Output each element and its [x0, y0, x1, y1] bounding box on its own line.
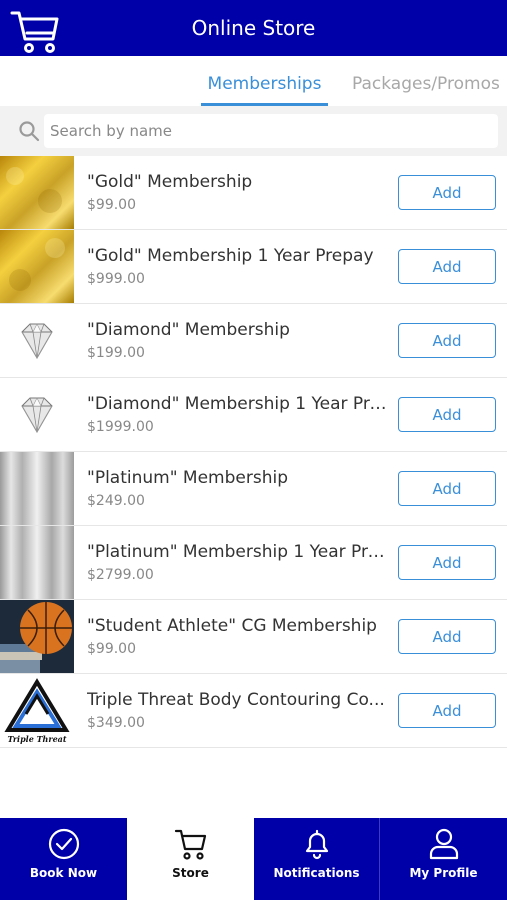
svg-text:Triple Threat: Triple Threat — [7, 734, 66, 744]
nav-my-profile[interactable]: My Profile — [380, 818, 507, 900]
bottom-nav: Book Now Store Notifications My Profile — [0, 818, 507, 900]
item-name: "Platinum" Membership 1 Year Pre... — [87, 542, 389, 562]
brushed-metal-thumbnail — [0, 526, 74, 599]
list-item[interactable]: "Diamond" Membership 1 Year Pre... $1999… — [0, 378, 507, 452]
brushed-metal-thumbnail — [0, 452, 74, 525]
tab-memberships[interactable]: Memberships — [201, 74, 328, 106]
item-name: "Diamond" Membership 1 Year Pre... — [87, 394, 389, 414]
item-name: "Gold" Membership 1 Year Prepay — [87, 246, 374, 266]
search-icon — [18, 120, 40, 142]
diamond-thumbnail — [0, 304, 74, 377]
add-button[interactable]: Add — [398, 693, 496, 728]
gold-texture-thumbnail — [0, 230, 74, 303]
item-price: $1999.00 — [87, 419, 154, 435]
nav-notifications[interactable]: Notifications — [254, 818, 379, 900]
list-item[interactable]: "Platinum" Membership $249.00 Add — [0, 452, 507, 526]
item-price: $349.00 — [87, 715, 145, 731]
add-button[interactable]: Add — [398, 323, 496, 358]
item-price: $2799.00 — [87, 567, 154, 583]
item-price: $99.00 — [87, 641, 136, 657]
nav-label: My Profile — [409, 866, 478, 880]
list-item[interactable]: "Diamond" Membership $199.00 Add — [0, 304, 507, 378]
item-price: $199.00 — [87, 345, 145, 361]
add-button[interactable]: Add — [398, 545, 496, 580]
nav-label: Store — [172, 866, 209, 880]
add-button[interactable]: Add — [398, 397, 496, 432]
add-button[interactable]: Add — [398, 175, 496, 210]
tab-bar: Memberships Packages/Promos — [0, 56, 507, 106]
triple-threat-logo: Triple Threat — [0, 674, 74, 747]
membership-list: "Gold" Membership $99.00 Add "Gold" Memb… — [0, 156, 507, 748]
tab-packages-promos[interactable]: Packages/Promos — [352, 74, 500, 94]
item-name: Triple Threat Body Contouring Co... — [87, 690, 385, 710]
item-name: "Platinum" Membership — [87, 468, 289, 488]
list-item[interactable]: Triple Threat Triple Threat Body Contour… — [0, 674, 507, 748]
cart-icon — [173, 826, 209, 862]
item-price: $249.00 — [87, 493, 145, 509]
page-title: Online Store — [191, 16, 316, 40]
basketball-books-thumbnail — [0, 600, 74, 673]
list-item[interactable]: "Gold" Membership 1 Year Prepay $999.00 … — [0, 230, 507, 304]
item-price: $999.00 — [87, 271, 145, 287]
list-item[interactable]: "Gold" Membership $99.00 Add — [0, 156, 507, 230]
add-button[interactable]: Add — [398, 619, 496, 654]
nav-store[interactable]: Store — [127, 818, 254, 900]
nav-label: Book Now — [29, 866, 98, 880]
search-bar — [0, 106, 507, 156]
nav-label: Notifications — [273, 866, 360, 880]
item-name: "Student Athlete" CG Membership — [87, 616, 377, 636]
item-name: "Diamond" Membership — [87, 320, 290, 340]
gold-texture-thumbnail — [0, 156, 74, 229]
list-item[interactable]: "Student Athlete" CG Membership $99.00 A… — [0, 600, 507, 674]
add-button[interactable]: Add — [398, 471, 496, 506]
add-button[interactable]: Add — [398, 249, 496, 284]
diamond-thumbnail — [0, 378, 74, 451]
bell-icon — [299, 826, 335, 862]
check-circle-icon — [46, 826, 82, 862]
item-price: $99.00 — [87, 197, 136, 213]
nav-book-now[interactable]: Book Now — [0, 818, 127, 900]
item-name: "Gold" Membership — [87, 172, 253, 192]
list-item[interactable]: "Platinum" Membership 1 Year Pre... $279… — [0, 526, 507, 600]
user-icon — [426, 826, 462, 862]
app-header: Online Store — [0, 0, 507, 56]
search-input[interactable] — [44, 114, 498, 148]
